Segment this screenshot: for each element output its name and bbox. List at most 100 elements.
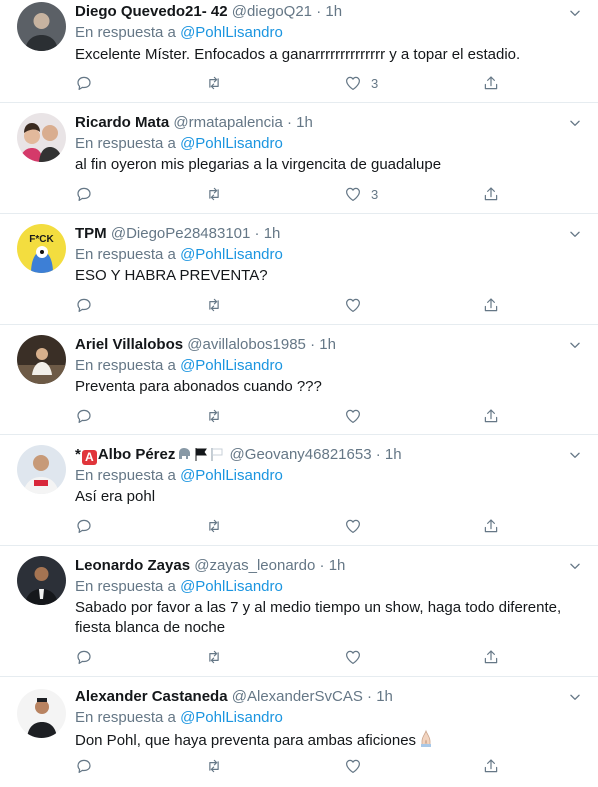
user-name[interactable]: TPM <box>75 225 107 242</box>
user-handle[interactable]: @avillalobos1985 <box>187 336 306 353</box>
share-button[interactable] <box>482 516 500 536</box>
avatar[interactable] <box>17 556 66 605</box>
user-name[interactable]: Ariel Villalobos <box>75 336 183 353</box>
retweet-button[interactable] <box>205 295 232 315</box>
reply-button[interactable] <box>75 516 102 536</box>
tweet-time[interactable]: 1h <box>325 3 342 20</box>
retweet-button[interactable] <box>205 647 232 667</box>
user-name[interactable]: Ricardo Mata <box>75 114 169 131</box>
retweet-button[interactable] <box>205 516 232 536</box>
tweet[interactable]: Ariel Villalobos @avillalobos1985 · 1h E… <box>0 325 598 435</box>
user-handle[interactable]: @diegoQ21 <box>232 3 312 20</box>
user-name[interactable]: Diego Quevedo21- 42 <box>75 3 228 20</box>
like-button[interactable] <box>344 516 371 536</box>
reply-button[interactable] <box>75 406 102 426</box>
chevron-down-icon[interactable] <box>568 227 582 241</box>
avatar[interactable] <box>17 445 66 494</box>
user-handle[interactable]: @zayas_leonardo <box>194 557 315 574</box>
tweet-time[interactable]: 1h <box>296 114 313 131</box>
share-button[interactable] <box>482 756 500 776</box>
reply-button[interactable] <box>75 73 102 93</box>
tweet-text: Preventa para abonados cuando ??? <box>75 378 322 395</box>
tweet[interactable]: * A Albo Pérez @Geovany46821653 · 1h En re… <box>0 435 598 546</box>
mention-link[interactable]: @PohlLisandro <box>180 467 283 484</box>
retweet-icon <box>205 407 223 425</box>
reply-icon <box>75 407 93 425</box>
like-button[interactable] <box>344 756 371 776</box>
chevron-down-icon[interactable] <box>568 559 582 573</box>
user-handle[interactable]: @DiegoPe28483101 <box>111 225 251 242</box>
mention-link[interactable]: @PohlLisandro <box>180 357 283 374</box>
user-handle[interactable]: @AlexanderSvCAS <box>232 688 363 705</box>
like-button[interactable] <box>344 295 371 315</box>
tweet[interactable]: F*CK TPM @DiegoPe28483101 · 1h En respue… <box>0 214 598 325</box>
chevron-down-icon[interactable] <box>568 690 582 704</box>
share-icon <box>482 648 500 666</box>
avatar[interactable]: F*CK <box>17 224 66 273</box>
share-button[interactable] <box>482 406 500 426</box>
tweet-header: TPM @DiegoPe28483101 · 1h <box>75 225 281 242</box>
reply-button[interactable] <box>75 295 102 315</box>
avatar[interactable] <box>17 113 66 162</box>
tweet-text: ESO Y HABRA PREVENTA? <box>75 267 268 284</box>
tweet[interactable]: Ricardo Mata @rmatapalencia · 1h En resp… <box>0 103 598 214</box>
chevron-down-icon[interactable] <box>568 116 582 130</box>
share-button[interactable] <box>482 73 500 93</box>
like-button[interactable] <box>344 406 371 426</box>
like-button[interactable]: 3 <box>344 73 378 93</box>
share-icon <box>482 74 500 92</box>
chevron-down-icon[interactable] <box>568 448 582 462</box>
tweet[interactable]: Leonardo Zayas @zayas_leonardo · 1h En r… <box>0 546 598 677</box>
share-button[interactable] <box>482 184 500 204</box>
heart-icon <box>344 185 362 203</box>
mention-link[interactable]: @PohlLisandro <box>180 578 283 595</box>
retweet-button[interactable] <box>205 73 232 93</box>
tweet-time[interactable]: 1h <box>329 557 346 574</box>
tweet-time[interactable]: 1h <box>385 446 402 463</box>
tweet-header: * A Albo Pérez @Geovany46821653 · 1h <box>75 446 402 465</box>
share-button[interactable] <box>482 295 500 315</box>
like-count: 3 <box>371 186 379 202</box>
reply-button[interactable] <box>75 647 102 667</box>
user-name[interactable]: * A Albo Pérez <box>75 446 225 465</box>
mention-link[interactable]: @PohlLisandro <box>180 24 283 41</box>
retweet-button[interactable] <box>205 184 232 204</box>
tweet-time[interactable]: 1h <box>264 225 281 242</box>
tweet[interactable]: Alexander Castaneda @AlexanderSvCAS · 1h… <box>0 677 598 787</box>
tweet-header: Ricardo Mata @rmatapalencia · 1h <box>75 114 313 131</box>
reply-context: En respuesta a @PohlLisandro <box>75 24 283 41</box>
reply-button[interactable] <box>75 756 102 776</box>
tweet-actions <box>75 756 582 776</box>
tweet-time[interactable]: 1h <box>376 688 393 705</box>
share-button[interactable] <box>482 647 500 667</box>
heart-icon <box>344 757 362 775</box>
user-name[interactable]: Leonardo Zayas <box>75 557 190 574</box>
user-name[interactable]: Alexander Castaneda <box>75 688 228 705</box>
heart-icon <box>344 296 362 314</box>
tweet-text: Don Pohl, que haya preventa para ambas a… <box>75 729 582 751</box>
avatar[interactable] <box>17 2 66 51</box>
tweet-header: Diego Quevedo21- 42 @diegoQ21 · 1h <box>75 3 343 20</box>
chevron-down-icon[interactable] <box>568 338 582 352</box>
elephant-icon <box>179 448 191 459</box>
mention-link[interactable]: @PohlLisandro <box>180 135 283 152</box>
reply-context: En respuesta a @PohlLisandro <box>75 135 283 152</box>
mention-link[interactable]: @PohlLisandro <box>180 709 283 726</box>
mention-link[interactable]: @PohlLisandro <box>180 246 283 263</box>
user-handle[interactable]: @Geovany46821653 <box>230 446 372 463</box>
retweet-button[interactable] <box>205 406 232 426</box>
user-handle[interactable]: @rmatapalencia <box>173 114 282 131</box>
tweet[interactable]: Diego Quevedo21- 42 @diegoQ21 · 1h En re… <box>0 0 598 103</box>
name-badge: A <box>81 450 97 465</box>
chevron-down-icon[interactable] <box>568 6 582 20</box>
avatar[interactable] <box>17 689 66 738</box>
reply-context: En respuesta a @PohlLisandro <box>75 357 283 374</box>
like-button[interactable] <box>344 647 371 667</box>
tweet-header: Alexander Castaneda @AlexanderSvCAS · 1h <box>75 688 393 705</box>
like-button[interactable]: 3 <box>344 184 378 204</box>
retweet-button[interactable] <box>205 756 232 776</box>
avatar[interactable] <box>17 335 66 384</box>
reply-button[interactable] <box>75 184 102 204</box>
tweet-header: Leonardo Zayas @zayas_leonardo · 1h <box>75 557 346 574</box>
tweet-time[interactable]: 1h <box>319 336 336 353</box>
